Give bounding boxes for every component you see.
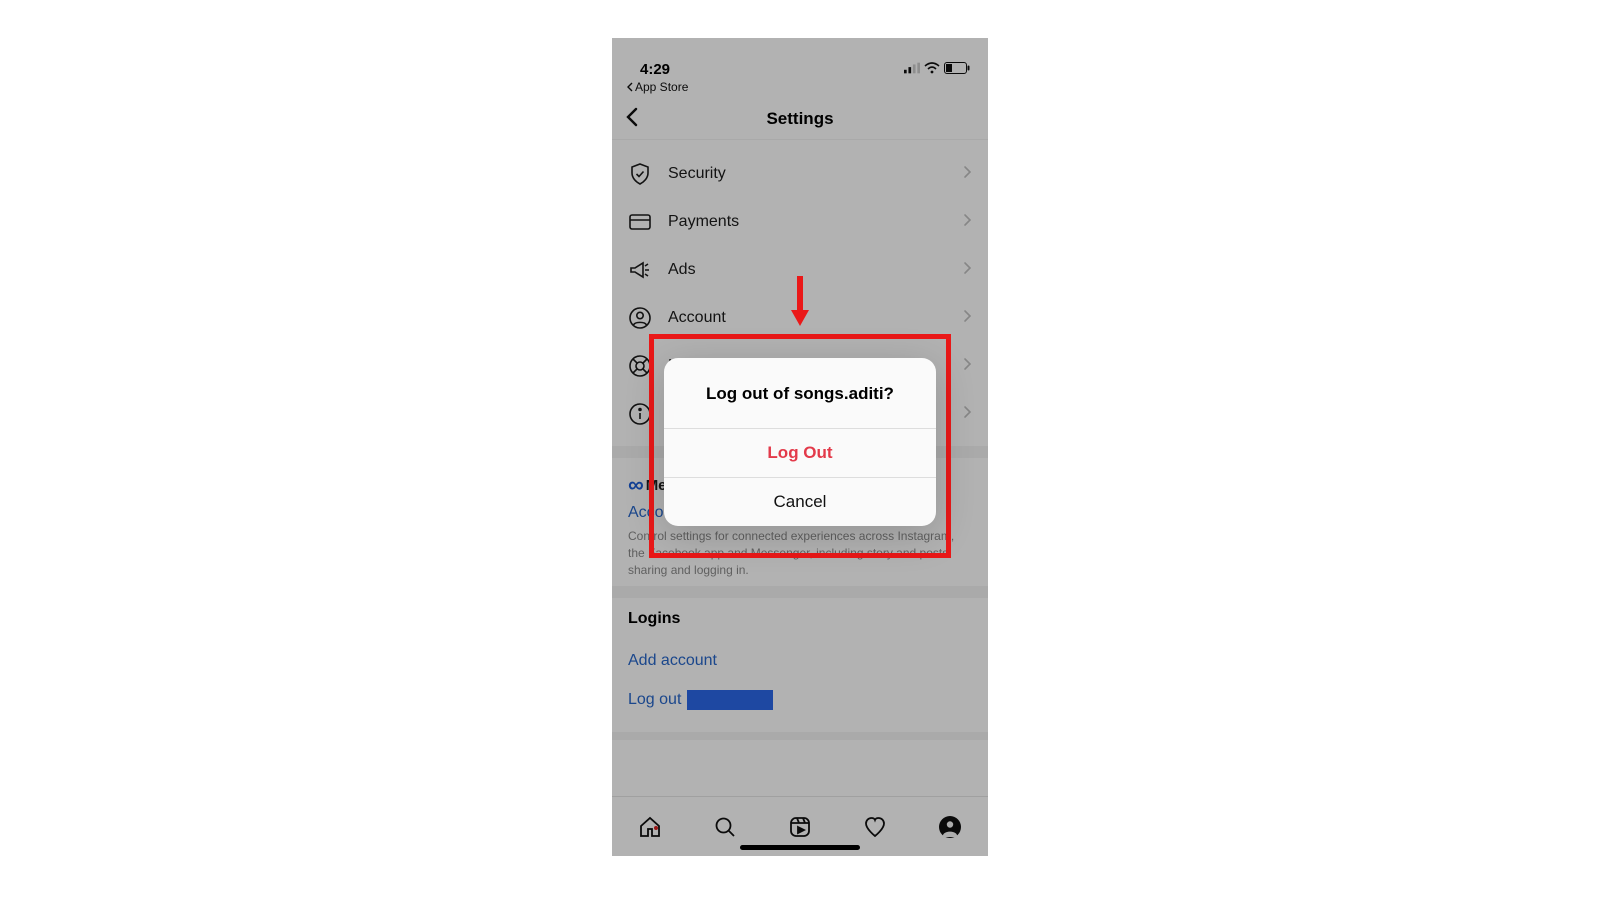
- annotation-arrow-icon: [789, 276, 811, 328]
- dialog-title: Log out of songs.aditi?: [664, 358, 936, 429]
- phone-screen: 4:29 App Store Settings Securit: [612, 38, 988, 856]
- dialog-cancel-button[interactable]: Cancel: [664, 478, 936, 526]
- dialog-logout-button[interactable]: Log Out: [664, 429, 936, 478]
- logout-confirm-dialog: Log out of songs.aditi? Log Out Cancel: [664, 358, 936, 526]
